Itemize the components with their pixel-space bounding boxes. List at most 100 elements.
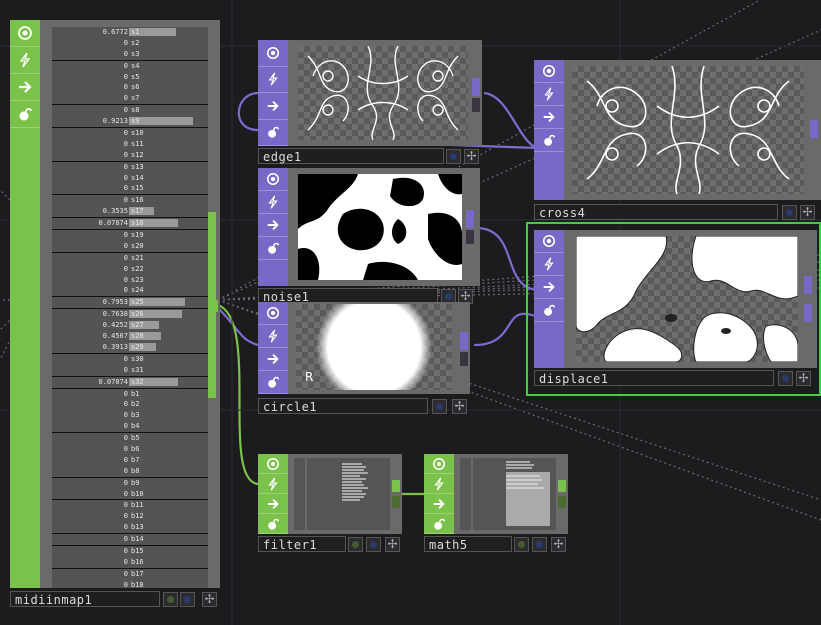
viewer-toggle[interactable] [258, 454, 288, 474]
midiinmap-node[interactable]: 0.6772 s1 0 s2 0 s3 0 s4 0 s5 0 s6 0 s7 0 s8 0.9213 s9 0 s1… [10, 20, 220, 610]
midi-channel-row[interactable]: 0.4252 s27 [52, 320, 208, 331]
display-toggle[interactable] [534, 276, 564, 299]
bypass-toggle[interactable] [10, 47, 40, 74]
midi-channel-row[interactable]: 0 b16 [52, 557, 208, 569]
cross-preview[interactable] [572, 66, 804, 194]
midi-channel-row[interactable]: 0.3535 s17 [52, 206, 208, 219]
midi-channel-row[interactable]: 0 b7 [52, 455, 208, 466]
edge-node[interactable]: edge1 ✢ [258, 40, 484, 166]
midi-channel-row[interactable]: 0 s13 [52, 162, 208, 173]
cross-output-connector[interactable] [810, 120, 818, 138]
expand-button[interactable]: ✢ [800, 205, 815, 220]
midi-channel-row[interactable]: 0 s23 [52, 275, 208, 286]
node-name-label[interactable]: displace1 [534, 370, 774, 386]
bypass-toggle[interactable] [258, 191, 288, 214]
midi-channel-row[interactable]: 0.3913 s29 [52, 342, 208, 354]
display-flag-button[interactable] [782, 205, 797, 220]
edge-preview[interactable] [298, 46, 468, 140]
midi-channel-row[interactable]: 0 s2 [52, 38, 208, 49]
midi-channel-row[interactable]: 0 b14 [52, 534, 208, 546]
lock-toggle[interactable] [258, 371, 288, 394]
midi-channel-row[interactable]: 0 s24 [52, 285, 208, 298]
lock-toggle[interactable] [534, 129, 564, 152]
math-output-connector[interactable] [558, 480, 566, 492]
expand-button[interactable]: ✢ [464, 149, 479, 164]
expand-button[interactable]: ✢ [796, 371, 811, 386]
circle-preview[interactable] [296, 304, 452, 390]
math-node[interactable]: math5 ✢ [424, 454, 570, 554]
noise-output-connector[interactable] [466, 210, 474, 228]
node-name-label[interactable]: cross4 [534, 204, 778, 220]
viewer-toggle[interactable] [534, 60, 564, 83]
midiinmap-output-connector[interactable] [210, 300, 218, 312]
display-flag-button[interactable] [432, 399, 447, 414]
lock-toggle[interactable] [258, 237, 288, 260]
midi-channel-row[interactable]: 0 s7 [52, 93, 208, 106]
midi-channel-row[interactable]: 0 s19 [52, 230, 208, 241]
display-toggle[interactable] [258, 494, 288, 514]
displace-output-connector[interactable] [804, 276, 812, 294]
bypass-toggle[interactable] [258, 474, 288, 494]
noise-node[interactable]: noise1 ✢ [258, 168, 484, 304]
midi-channel-row[interactable]: 0.7953 s25 [52, 297, 208, 310]
midi-channel-row[interactable]: 0 s12 [52, 150, 208, 162]
display-toggle[interactable] [424, 494, 454, 514]
filter-output-connector[interactable] [392, 480, 400, 492]
displace-preview[interactable] [576, 236, 798, 362]
midi-channel-row[interactable]: 0 b6 [52, 444, 208, 455]
cook-flag-button[interactable] [163, 592, 178, 607]
midi-channel-row[interactable]: 0 b9 [52, 478, 208, 489]
midi-channel-row[interactable]: 0 s15 [52, 183, 208, 196]
midi-channel-list[interactable]: 0.6772 s1 0 s2 0 s3 0 s4 0 s5 0 s6 0 s7 0 s8 0.9213 s9 0 s1… [52, 27, 208, 588]
node-name-label[interactable]: midiinmap1 [10, 591, 160, 607]
display-flag-button[interactable] [180, 592, 195, 607]
expand-button[interactable]: ✢ [551, 537, 566, 552]
midi-channel-row[interactable]: 0 s30 [52, 354, 208, 365]
midi-channel-row[interactable]: 0 s6 [52, 82, 208, 93]
midi-channel-row[interactable]: 0.07874 s32 [52, 377, 208, 389]
viewer-toggle[interactable] [424, 454, 454, 474]
midi-channel-row[interactable]: 0 b18 [52, 580, 208, 588]
midi-channel-row[interactable]: 0.7638 s26 [52, 309, 208, 320]
bypass-toggle[interactable] [534, 253, 564, 276]
display-toggle[interactable] [534, 106, 564, 129]
midi-channel-row[interactable]: 0 b13 [52, 522, 208, 535]
circle-output-connector[interactable] [460, 332, 468, 350]
expand-button[interactable]: ✢ [385, 537, 400, 552]
node-name-label[interactable]: math5 [424, 536, 512, 552]
displace-output-connector-2[interactable] [804, 304, 812, 322]
cook-flag-button[interactable] [348, 537, 363, 552]
midi-channel-row[interactable]: 0 b11 [52, 500, 208, 511]
midi-channel-row[interactable]: 0 b5 [52, 433, 208, 444]
node-name-label[interactable]: filter1 [258, 536, 346, 552]
display-toggle[interactable] [258, 214, 288, 237]
midi-channel-row[interactable]: 0 b10 [52, 489, 208, 501]
display-flag-button[interactable] [366, 537, 381, 552]
noise-preview[interactable] [298, 174, 462, 280]
expand-button[interactable]: ✢ [202, 592, 217, 607]
midi-channel-row[interactable]: 0 s10 [52, 128, 208, 139]
midi-channel-row[interactable]: 0 b8 [52, 466, 208, 478]
display-flag-button[interactable] [446, 149, 461, 164]
bypass-toggle[interactable] [258, 325, 288, 348]
midi-channel-row[interactable]: 0 s22 [52, 264, 208, 275]
midi-channel-row[interactable]: 0 s31 [52, 365, 208, 377]
midi-channel-row[interactable]: 0 s5 [52, 72, 208, 83]
cook-flag-button[interactable] [514, 537, 529, 552]
node-name-label[interactable]: circle1 [258, 398, 428, 414]
midi-channel-row[interactable]: 0 b3 [52, 410, 208, 421]
lock-toggle[interactable] [534, 299, 564, 322]
viewer-toggle[interactable] [534, 230, 564, 253]
lock-toggle[interactable] [10, 101, 40, 128]
midi-channel-row[interactable]: 0.6772 s1 [52, 27, 208, 38]
display-flag-button[interactable] [532, 537, 547, 552]
display-flag-button[interactable] [778, 371, 793, 386]
lock-toggle[interactable] [258, 514, 288, 534]
midi-channel-row[interactable]: 0 s4 [52, 61, 208, 72]
filter-node[interactable]: filter1 ✢ [258, 454, 404, 554]
midi-channel-row[interactable]: 0 b2 [52, 399, 208, 410]
midi-channel-row[interactable]: 0.9213 s9 [52, 116, 208, 129]
expand-button[interactable]: ✢ [452, 399, 467, 414]
midi-channel-row[interactable]: 0 s3 [52, 49, 208, 61]
node-name-label[interactable]: edge1 [258, 148, 444, 164]
